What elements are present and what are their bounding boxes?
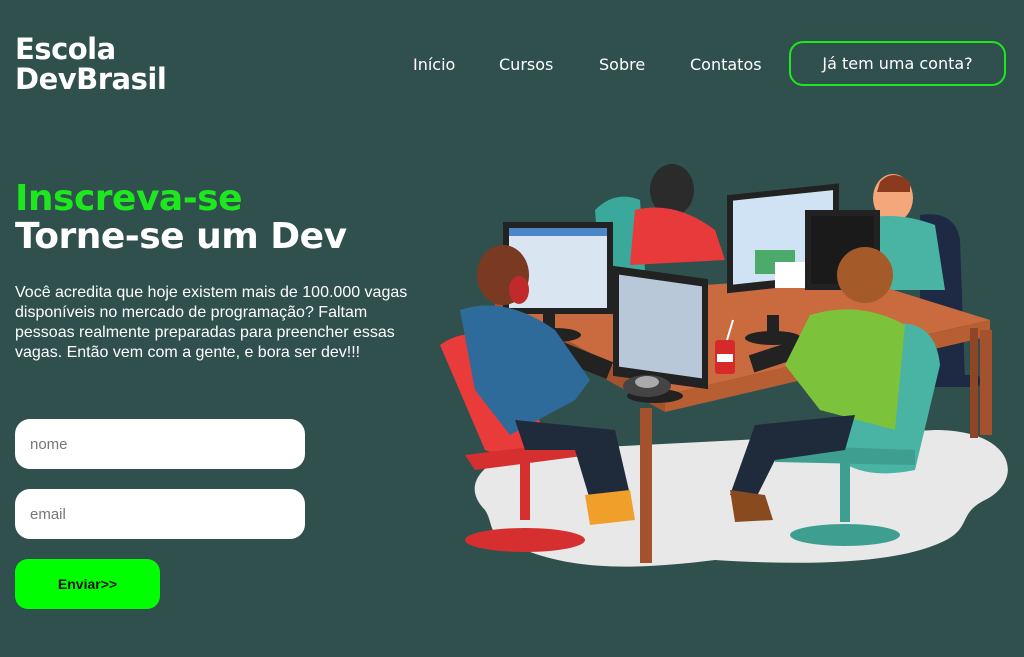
nav-link-contatos[interactable]: Contatos bbox=[690, 55, 762, 74]
login-button[interactable]: Já tem uma conta? bbox=[789, 41, 1006, 86]
logo-line-2: DevBrasil bbox=[15, 62, 167, 96]
hero-title-accent: Inscreva-se bbox=[15, 178, 243, 219]
nav-link-sobre[interactable]: Sobre bbox=[599, 55, 645, 74]
hero-title: Inscreva-se Torne-se um Dev bbox=[15, 180, 347, 256]
team-coding-illustration bbox=[440, 164, 1008, 567]
hero-description: Você acredita que hoje existem mais de 1… bbox=[15, 284, 408, 361]
logo-line-1: Escola bbox=[15, 32, 116, 66]
submit-button[interactable]: Enviar>> bbox=[15, 559, 160, 609]
hero-title-main: Torne-se um Dev bbox=[15, 216, 347, 257]
site-logo[interactable]: Escola DevBrasil bbox=[15, 32, 167, 96]
nav-link-inicio[interactable]: Início bbox=[413, 55, 455, 74]
name-input[interactable] bbox=[15, 419, 305, 469]
nav-link-cursos[interactable]: Cursos bbox=[499, 55, 553, 74]
email-input[interactable] bbox=[15, 489, 305, 539]
